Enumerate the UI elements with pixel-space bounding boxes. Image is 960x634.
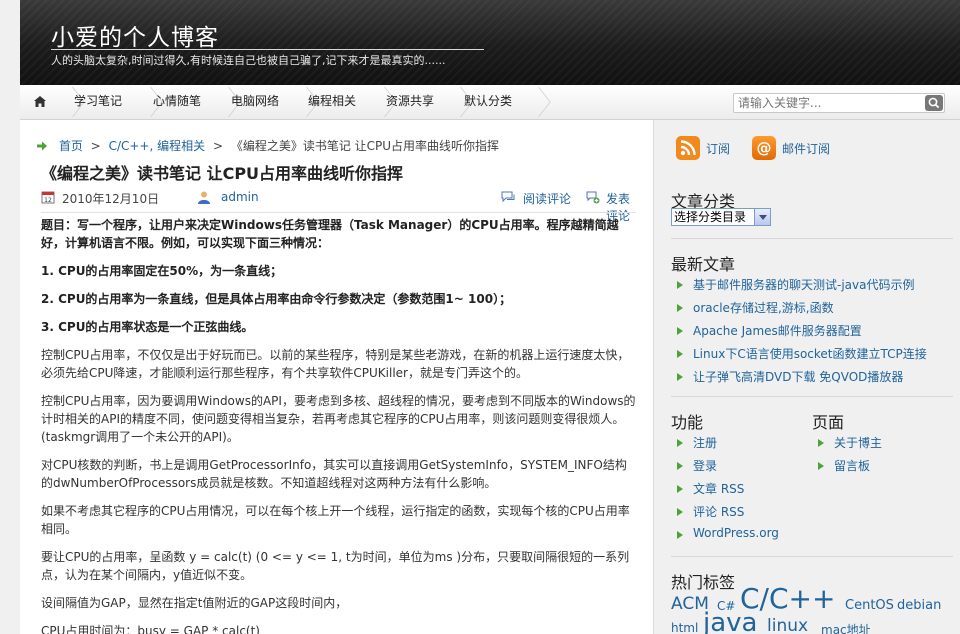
email-icon[interactable]: @ bbox=[752, 136, 776, 160]
post-paragraph: 设间隔值为GAP，显然在指定t值附近的GAP这段时间内， bbox=[41, 596, 348, 610]
wordpress-link[interactable]: WordPress.org bbox=[677, 526, 779, 540]
post-date: 2010年12月10日 bbox=[62, 192, 160, 206]
post-paragraph: 2. CPU的占用率为一条直线，但是具体占用率由命令行参数决定（参数范围1~ 1… bbox=[41, 292, 512, 306]
site-title[interactable]: 小爱的个人博客 bbox=[51, 18, 219, 52]
recent-post-link[interactable]: Apache James邮件服务器配置 bbox=[677, 322, 862, 339]
post-paragraph: 控制CPU占用率，因为要调用Windows的API，要考虑到多核、超线程的情况，… bbox=[41, 394, 636, 444]
breadcrumb: 首页 > C/C++, 编程相关 > 《编程之美》读书笔记 让CPU占用率曲线听… bbox=[37, 137, 499, 154]
tags-title: 热门标签 bbox=[671, 573, 736, 592]
login-link[interactable]: 登录 bbox=[676, 457, 717, 474]
nav-separator bbox=[448, 87, 458, 117]
read-comments-link[interactable]: 阅读评论 bbox=[523, 190, 571, 207]
breadcrumb-category[interactable]: C/C++, 编程相关 bbox=[109, 139, 206, 153]
post-paragraph: 题目：写一个程序，让用户来决定Windows任务管理器（Task Manager… bbox=[41, 218, 619, 250]
breadcrumb-separator: > bbox=[212, 139, 223, 153]
register-link[interactable]: 注册 bbox=[676, 434, 717, 451]
post-content-area: 首页 > C/C++, 编程相关 > 《编程之美》读书笔记 让CPU占用率曲线听… bbox=[20, 120, 654, 634]
tag-link[interactable]: html bbox=[671, 621, 698, 634]
widget-divider bbox=[671, 556, 953, 557]
add-comment-icon bbox=[586, 191, 600, 204]
widget-divider bbox=[671, 238, 953, 239]
post-paragraph: CPU占用时间为：busy = GAP * calc(t) bbox=[41, 624, 260, 634]
tag-link[interactable]: java bbox=[703, 608, 757, 634]
nav-separator bbox=[526, 87, 536, 117]
nav-item-computer-network[interactable]: 电脑网络 bbox=[231, 85, 279, 119]
post-paragraph: 3. CPU的占用率状态是一个正弦曲线。 bbox=[41, 320, 254, 334]
category-select-value: 选择分类目录 bbox=[674, 210, 747, 224]
email-subscribe-link[interactable]: 邮件订阅 bbox=[782, 136, 830, 162]
about-page-link[interactable]: 关于博主 bbox=[817, 434, 882, 451]
tag-link[interactable]: mac地址 bbox=[821, 621, 871, 634]
breadcrumb-separator: > bbox=[90, 139, 101, 153]
category-select[interactable]: 选择分类目录 bbox=[671, 208, 771, 226]
subscribe-link[interactable]: 订阅 bbox=[706, 136, 730, 162]
nav-separator bbox=[216, 87, 226, 117]
post-author-link[interactable]: admin bbox=[221, 190, 259, 204]
recent-post-link[interactable]: 基于邮件服务器的聊天测试-java代码示例 bbox=[676, 276, 914, 293]
post-body: 题目：写一个程序，让用户来决定Windows任务管理器（Task Manager… bbox=[41, 216, 638, 634]
post-paragraph: 对CPU核数的判断，书上是调用GetProcessorInfo，其实可以直接调用… bbox=[41, 458, 627, 490]
widget-divider bbox=[671, 396, 953, 397]
calendar-icon: 12 bbox=[41, 191, 55, 204]
recent-post-link[interactable]: Linux下C语言使用socket函数建立TCP连接 bbox=[677, 345, 927, 362]
nav-separator bbox=[60, 87, 70, 117]
nav-item-mood[interactable]: 心情随笔 bbox=[153, 85, 201, 119]
search-icon bbox=[928, 97, 940, 109]
tag-link[interactable]: CentOS bbox=[845, 598, 894, 613]
search-input[interactable] bbox=[734, 94, 920, 112]
nav-separator bbox=[138, 87, 148, 117]
tag-link[interactable]: linux bbox=[767, 616, 808, 634]
nav-separator bbox=[372, 87, 382, 117]
nav-item-programming[interactable]: 编程相关 bbox=[308, 85, 356, 119]
posts-rss-link[interactable]: 文章 RSS bbox=[676, 480, 744, 497]
chevron-down-icon[interactable] bbox=[754, 209, 770, 225]
recent-posts-title: 最新文章 bbox=[671, 255, 736, 274]
rss-icon[interactable] bbox=[676, 136, 700, 160]
breadcrumb-home[interactable]: 首页 bbox=[59, 139, 83, 153]
post-paragraph: 1. CPU的占用率固定在50%，为一条直线； bbox=[41, 264, 283, 278]
guestbook-page-link[interactable]: 留言板 bbox=[817, 457, 870, 474]
post-paragraph: 控制CPU占用率，不仅仅是出于好玩而已。以前的某些程序，特别是某些老游戏，在新的… bbox=[41, 348, 630, 380]
comments-icon bbox=[501, 191, 515, 203]
arrow-right-icon bbox=[37, 141, 47, 151]
user-icon bbox=[198, 191, 210, 204]
post-paragraph: 如果不考虑其它程序的CPU占用情况，可以在每个核上开一个线程，运行指定的函数，实… bbox=[41, 504, 630, 536]
svg-text:12: 12 bbox=[44, 197, 52, 204]
main-nav: 学习笔记 心情随笔 电脑网络 编程相关 资源共享 默认分类 bbox=[20, 85, 960, 120]
site-header: 小爱的个人博客 人的头脑太复杂,时间过得久,有时候连自己也被自己骗了,记下来才是… bbox=[20, 0, 960, 85]
site-description: 人的头脑太复杂,时间过得久,有时候连自己也被自己骗了,记下来才是最真实的....… bbox=[51, 54, 446, 67]
recent-post-link[interactable]: oracle存储过程,游标,函数 bbox=[677, 299, 834, 316]
title-divider bbox=[51, 49, 484, 50]
search-button[interactable] bbox=[925, 95, 943, 111]
pages-title: 页面 bbox=[812, 413, 845, 432]
post-title[interactable]: 《编程之美》读书笔记 让CPU占用率曲线听你指挥 bbox=[41, 160, 403, 184]
breadcrumb-current: 《编程之美》读书笔记 让CPU占用率曲线听你指挥 bbox=[230, 139, 500, 153]
nav-item-study-notes[interactable]: 学习笔记 bbox=[74, 85, 122, 119]
nav-item-resources[interactable]: 资源共享 bbox=[386, 85, 434, 119]
tag-link[interactable]: debian bbox=[897, 598, 941, 613]
meta-title: 功能 bbox=[671, 413, 704, 432]
comments-rss-link[interactable]: 评论 RSS bbox=[676, 503, 744, 520]
sidebar: 订阅 @ 邮件订阅 文章分类 选择分类目录 最新文章 基于邮件服务器的聊天测试-… bbox=[655, 120, 960, 634]
recent-post-link[interactable]: 让子弹飞高清DVD下载 免QVOD播放器 bbox=[676, 368, 903, 385]
meta-divider bbox=[41, 212, 636, 213]
search-box bbox=[733, 93, 945, 113]
post-paragraph: 要让CPU的占用率，呈函数 y = calc(t) (0 <= y <= 1, … bbox=[41, 550, 630, 582]
post-meta: 12 2010年12月10日 admin 阅读评论 发表评论 bbox=[41, 190, 636, 223]
home-icon[interactable] bbox=[34, 96, 46, 107]
nav-separator bbox=[294, 87, 304, 117]
nav-item-default[interactable]: 默认分类 bbox=[464, 85, 512, 119]
